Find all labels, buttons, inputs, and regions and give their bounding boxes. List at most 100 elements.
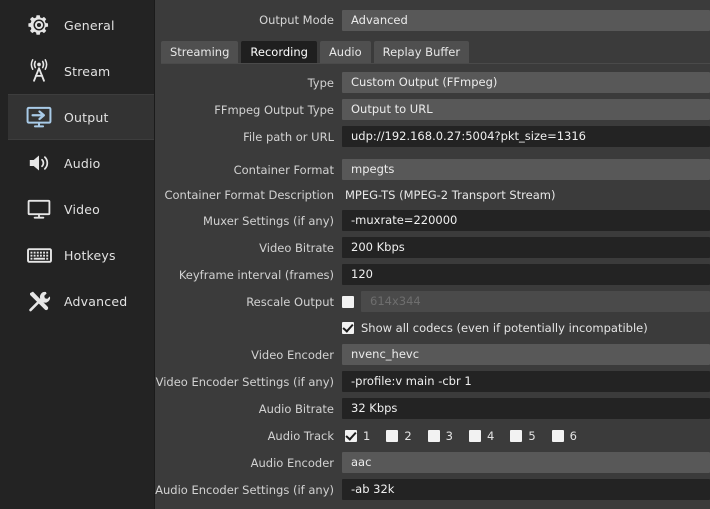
tab-audio[interactable]: Audio xyxy=(319,41,371,63)
output-mode-row: Output Mode Advanced xyxy=(155,0,710,32)
sidebar-item-label: Stream xyxy=(64,63,111,79)
audio-track-3-label: 3 xyxy=(445,428,453,443)
audio-track-2-checkbox[interactable] xyxy=(386,429,399,442)
type-label: Type xyxy=(307,75,334,90)
container-format-description-label: Container Format Description xyxy=(164,188,334,202)
file-path-or-url-label: File path or URL xyxy=(243,129,334,144)
broadcast-icon xyxy=(24,56,54,86)
monitor-icon xyxy=(24,194,54,224)
row-video-encoder: Video Encoder nvenc_hevc xyxy=(155,341,710,368)
keyframe-interval-input[interactable]: 120 xyxy=(342,264,710,285)
sidebar-item-advanced[interactable]: Advanced xyxy=(8,278,154,324)
video-encoder-select[interactable]: nvenc_hevc xyxy=(342,344,710,365)
audio-track-1-checkbox[interactable] xyxy=(345,429,357,442)
row-audio-bitrate: Audio Bitrate 32 Kbps xyxy=(155,395,710,422)
sidebar-item-audio[interactable]: Audio xyxy=(8,140,154,186)
sidebar-item-video[interactable]: Video xyxy=(8,186,154,232)
tools-icon xyxy=(24,286,54,316)
audio-track-2[interactable]: 2 xyxy=(386,428,412,443)
settings-sidebar: General Stream Output Audio Video Hotkey… xyxy=(8,0,155,509)
row-audio-encoder-settings: Audio Encoder Settings (if any) -ab 32k xyxy=(155,476,710,503)
row-video-encoder-settings: Video Encoder Settings (if any) -profile… xyxy=(155,368,710,395)
keyboard-icon xyxy=(24,240,54,270)
audio-encoder-select[interactable]: aac xyxy=(342,452,710,473)
audio-encoder-settings-label: Audio Encoder Settings (if any) xyxy=(155,482,334,497)
settings-content-pane: Output Mode Advanced Streaming Recording… xyxy=(155,0,710,509)
audio-bitrate-input[interactable]: 32 Kbps xyxy=(342,398,710,419)
video-encoder-label: Video Encoder xyxy=(251,347,334,362)
type-select[interactable]: Custom Output (FFmpeg) xyxy=(342,72,710,93)
tab-streaming[interactable]: Streaming xyxy=(161,41,239,63)
show-all-codecs-label: Show all codecs (even if potentially inc… xyxy=(361,321,648,335)
audio-track-6-checkbox[interactable] xyxy=(551,429,564,442)
row-audio-encoder: Audio Encoder aac xyxy=(155,449,710,476)
row-file-path-or-url: File path or URL udp://192.168.0.27:5004… xyxy=(155,123,710,150)
muxer-settings-input[interactable]: -muxrate=220000 xyxy=(342,210,710,231)
row-container-format: Container Format mpegts xyxy=(155,156,710,183)
row-show-all-codecs: Show all codecs (even if potentially inc… xyxy=(155,315,710,341)
sidebar-item-label: Output xyxy=(64,109,109,125)
sidebar-item-label: Video xyxy=(64,201,101,217)
sidebar-item-label: Audio xyxy=(64,155,101,171)
rescale-output-input[interactable]: 614x344 xyxy=(361,291,710,312)
audio-track-label: Audio Track xyxy=(267,428,334,443)
container-format-label: Container Format xyxy=(233,162,334,177)
output-mode-select[interactable]: Advanced xyxy=(342,9,710,31)
row-rescale-output: Rescale Output 614x344 xyxy=(155,288,710,315)
obs-settings-window: General Stream Output Audio Video Hotkey… xyxy=(0,0,710,509)
sidebar-item-output[interactable]: Output xyxy=(8,94,154,140)
audio-track-group: 1 2 3 4 5 6 xyxy=(342,429,710,443)
audio-track-2-label: 2 xyxy=(404,428,412,443)
audio-track-4-label: 4 xyxy=(486,428,495,443)
audio-track-3[interactable]: 3 xyxy=(427,428,453,443)
tab-recording[interactable]: Recording xyxy=(241,41,317,63)
row-container-format-description: Container Format Description MPEG-TS (MP… xyxy=(155,183,710,207)
row-video-bitrate: Video Bitrate 200 Kbps xyxy=(155,234,710,261)
ffmpeg-output-type-select[interactable]: Output to URL xyxy=(342,99,710,120)
rescale-output-label: Rescale Output xyxy=(246,294,334,309)
row-type: Type Custom Output (FFmpeg) xyxy=(155,69,710,96)
audio-track-3-checkbox[interactable] xyxy=(427,429,440,442)
audio-track-1-label: 1 xyxy=(363,428,371,443)
ffmpeg-output-type-label: FFmpeg Output Type xyxy=(214,102,334,117)
video-encoder-settings-label: Video Encoder Settings (if any) xyxy=(155,374,334,389)
audio-track-4[interactable]: 4 xyxy=(468,428,495,443)
sidebar-item-label: Advanced xyxy=(64,293,128,309)
audio-track-5-checkbox[interactable] xyxy=(510,429,523,442)
row-audio-track: Audio Track 1 2 3 4 5 6 xyxy=(155,422,710,449)
row-ffmpeg-output-type: FFmpeg Output Type Output to URL xyxy=(155,96,710,123)
muxer-settings-label: Muxer Settings (if any) xyxy=(203,213,334,228)
keyframe-interval-label: Keyframe interval (frames) xyxy=(178,267,334,282)
audio-encoder-settings-input[interactable]: -ab 32k xyxy=(342,479,710,500)
recording-settings-form: Type Custom Output (FFmpeg) FFmpeg Outpu… xyxy=(155,64,710,503)
sidebar-item-hotkeys[interactable]: Hotkeys xyxy=(8,232,154,278)
audio-track-5-label: 5 xyxy=(528,428,536,443)
row-keyframe-interval: Keyframe interval (frames) 120 xyxy=(155,261,710,288)
audio-track-1[interactable]: 1 xyxy=(345,429,370,443)
container-format-select[interactable]: mpegts xyxy=(342,159,710,180)
output-mode-label: Output Mode xyxy=(259,13,334,27)
audio-track-6-label: 6 xyxy=(569,428,577,443)
gear-icon xyxy=(24,10,54,40)
video-bitrate-input[interactable]: 200 Kbps xyxy=(342,237,710,258)
audio-track-4-checkbox[interactable] xyxy=(468,429,481,442)
file-path-or-url-input[interactable]: udp://192.168.0.27:5004?pkt_size=1316 xyxy=(342,126,710,147)
audio-encoder-label: Audio Encoder xyxy=(250,455,334,470)
window-left-edge xyxy=(0,0,8,509)
container-format-description-value: MPEG-TS (MPEG-2 Transport Stream) xyxy=(345,188,556,202)
output-tabs: Streaming Recording Audio Replay Buffer xyxy=(155,35,710,63)
video-bitrate-label: Video Bitrate xyxy=(259,240,334,255)
output-icon xyxy=(24,102,54,132)
audio-track-5[interactable]: 5 xyxy=(510,428,536,443)
video-encoder-settings-input[interactable]: -profile:v main -cbr 1 xyxy=(342,371,710,392)
sidebar-item-stream[interactable]: Stream xyxy=(8,48,154,94)
sidebar-item-label: Hotkeys xyxy=(64,247,116,263)
tab-replay-buffer[interactable]: Replay Buffer xyxy=(373,41,470,63)
audio-track-6[interactable]: 6 xyxy=(551,428,577,443)
show-all-codecs-checkbox[interactable] xyxy=(342,322,354,334)
row-muxer-settings: Muxer Settings (if any) -muxrate=220000 xyxy=(155,207,710,234)
sidebar-item-label: General xyxy=(64,17,115,33)
speaker-icon xyxy=(24,148,54,178)
rescale-output-checkbox[interactable] xyxy=(342,295,354,308)
sidebar-item-general[interactable]: General xyxy=(8,2,154,48)
